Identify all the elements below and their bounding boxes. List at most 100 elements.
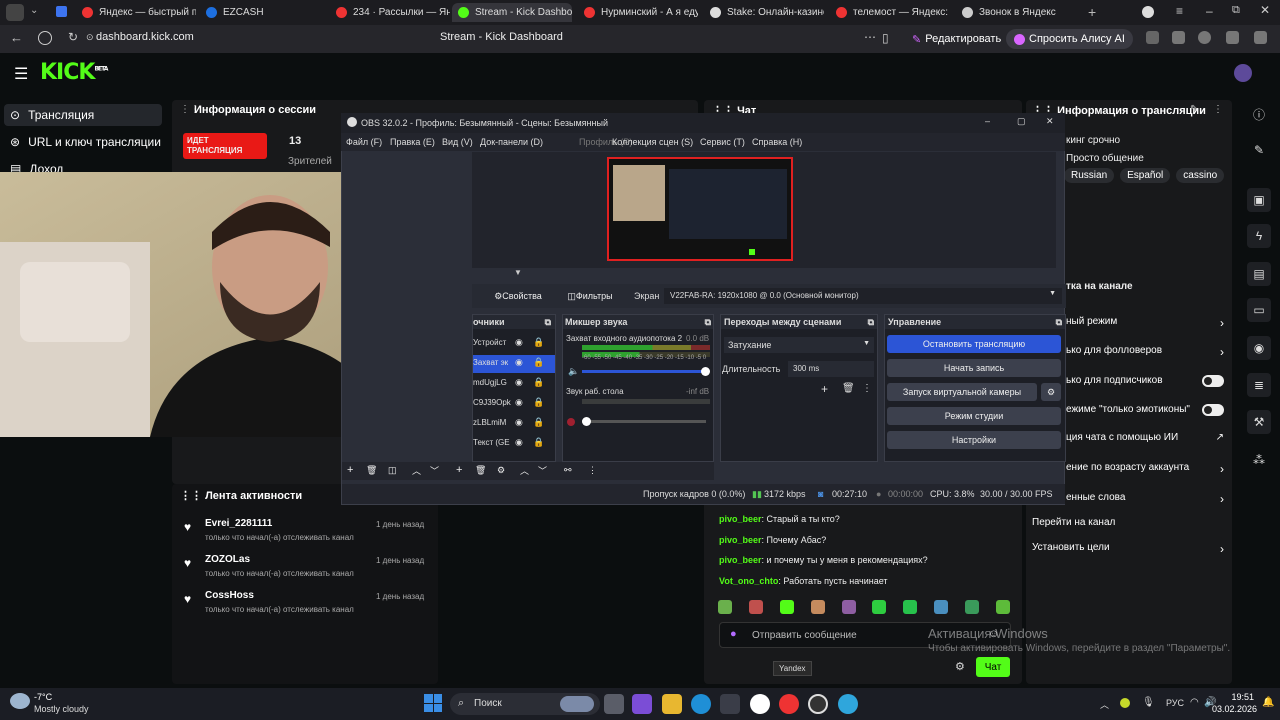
channel-setting-row[interactable]: ный режим › (1066, 316, 1224, 330)
obs-source-row[interactable]: Захват эк ◉ 🔒 (473, 355, 555, 373)
lightning-icon[interactable]: ϟ (1247, 224, 1271, 248)
obs-source-row[interactable]: Устройст ◉ 🔒 (473, 335, 555, 353)
eye-icon[interactable]: ◉ (515, 417, 523, 428)
channel-setting-row[interactable]: ько для подписчиков (1066, 375, 1224, 387)
filter-icon[interactable]: ◫ (388, 465, 397, 476)
more-vertical-icon[interactable]: ⋮ (862, 383, 872, 394)
channel-setting-row[interactable]: ежиме "только эмотиконы" (1066, 404, 1224, 416)
teams-icon[interactable] (632, 694, 652, 714)
emote-icon[interactable] (934, 600, 949, 614)
menu-icon[interactable]: ≡ (1176, 4, 1183, 18)
obs-menu-item[interactable]: Вид (V) (442, 137, 473, 147)
yandex-browser-icon[interactable] (779, 694, 799, 714)
bookmark-icon[interactable]: ▯ (882, 31, 889, 45)
obs-minimize-icon[interactable]: – (985, 116, 990, 126)
browser-tab[interactable]: Stream - Kick Dashbo✕ (452, 3, 572, 22)
obs-source-row[interactable]: zLBLmiM ◉ 🔒 (473, 415, 555, 433)
chat-send-button[interactable]: Чат (976, 657, 1010, 677)
telegram-icon[interactable] (838, 694, 858, 714)
language-indicator[interactable]: РУС (1166, 698, 1184, 708)
browser-tab[interactable]: EZCASH (200, 3, 320, 22)
channel-setting-row[interactable]: енные слова › (1066, 492, 1224, 506)
yandex-icon[interactable] (750, 694, 770, 714)
stop-streaming-button[interactable]: Остановить трансляцию (887, 335, 1061, 353)
close-window-icon[interactable]: ✕ (1260, 3, 1270, 17)
emote-icon[interactable] (841, 600, 856, 614)
browser-tab[interactable]: Нурминский - А я еду (578, 3, 698, 22)
lock-icon[interactable]: 🔒 (533, 417, 544, 428)
obs-taskbar-icon[interactable] (808, 694, 828, 714)
hamburger-icon[interactable]: ☰ (14, 64, 28, 84)
mic-tray-icon[interactable]: 🎙 (1142, 697, 1155, 708)
settings-button[interactable]: Настройки (887, 431, 1061, 449)
obs-menu-item[interactable]: Док-панели (D) (480, 137, 543, 147)
kick-logo[interactable]: KICKBETA (40, 60, 108, 85)
down-arrow-icon[interactable]: ﹀ (538, 464, 547, 477)
edit-icon[interactable]: ✎ (1247, 138, 1271, 162)
grid-icon[interactable]: ▣ (1247, 188, 1271, 212)
lock-icon[interactable]: 🔒 (533, 337, 544, 348)
slider-handle[interactable] (582, 417, 591, 426)
chevron-right-icon[interactable]: › (1220, 345, 1224, 359)
start-recording-button[interactable]: Начать запись (887, 359, 1061, 377)
taskbar-search[interactable]: ⌕ Поиск (450, 693, 600, 715)
chevron-right-icon[interactable]: › (1220, 316, 1224, 330)
back-arrow-icon[interactable]: ← (10, 30, 23, 45)
extension-icon[interactable] (1146, 31, 1159, 44)
reload-icon[interactable]: ↻ (68, 30, 78, 44)
wifi-icon[interactable]: ◠ (1190, 697, 1199, 708)
user-avatar[interactable] (1234, 64, 1252, 82)
stack-icon[interactable]: ≣ (1247, 373, 1271, 397)
activity-username[interactable]: Evrei_2281111 (205, 518, 272, 529)
emote-icon[interactable] (872, 600, 887, 614)
emote-icon[interactable] (995, 600, 1010, 614)
browser-tab[interactable]: телемост — Яндекс: на (830, 3, 950, 22)
microphone-icon[interactable]: ● (730, 628, 737, 640)
chevron-down-icon[interactable]: ⌄ (30, 5, 38, 16)
chevron-right-icon[interactable]: › (1220, 492, 1224, 506)
collections-icon[interactable] (1226, 31, 1239, 44)
duration-input[interactable]: 300 ms (788, 361, 874, 377)
obs-close-icon[interactable]: ✕ (1046, 116, 1054, 127)
lock-icon[interactable]: 🔒 (533, 357, 544, 368)
channel-setting-row[interactable]: ение по возрасту аккаунта › (1066, 462, 1224, 476)
eye-icon[interactable]: ◉ (515, 377, 523, 388)
add-icon[interactable]: + (821, 382, 828, 396)
mute-icon[interactable] (567, 418, 575, 426)
channel-setting-row[interactable]: ция чата с помощью ИИ ↗ (1066, 432, 1224, 443)
sidebar-item-stream-key[interactable]: ⊛ URL и ключ трансляции (10, 135, 161, 149)
dock-float-icon[interactable]: ⧉ (1056, 317, 1062, 328)
eye-icon[interactable]: ◉ (515, 357, 523, 368)
add-icon[interactable]: + (347, 464, 353, 476)
tray-app-icon[interactable] (1120, 698, 1130, 708)
more-vertical-icon[interactable]: ⋮ (588, 465, 597, 476)
clock-time[interactable]: 19:51 (1226, 692, 1254, 702)
chat-username[interactable]: pivo_beer (719, 555, 762, 565)
channel-setting-row[interactable]: Установить цели › (1032, 542, 1224, 556)
virtual-camera-button[interactable]: Запуск виртуальной камеры (887, 383, 1037, 401)
mixer-volume-slider[interactable] (582, 367, 710, 376)
up-arrow-icon[interactable]: ︿ (520, 464, 529, 477)
lock-icon[interactable]: 🔒 (533, 397, 544, 408)
restore-icon[interactable]: ⧉ (1232, 4, 1240, 17)
slider-handle[interactable] (701, 367, 710, 376)
emote-icon[interactable] (748, 600, 763, 614)
tag-chip[interactable]: Español (1120, 168, 1171, 183)
channel-setting-row[interactable]: Перейти на канал (1032, 517, 1224, 528)
more-vertical-icon[interactable]: ⋮ (1213, 104, 1223, 115)
toggle-switch[interactable] (1202, 404, 1224, 416)
eye-icon[interactable]: ◉ (515, 337, 523, 348)
emote-icon[interactable] (965, 600, 979, 614)
mixer-volume-slider-2[interactable] (582, 417, 706, 426)
yandex-home-icon[interactable] (38, 31, 52, 45)
emote-icon[interactable] (810, 600, 825, 614)
chat-username[interactable]: pivo_beer (719, 535, 762, 545)
notifications-icon[interactable]: 🔔 (1262, 697, 1274, 708)
file-explorer-icon[interactable] (662, 694, 682, 714)
dock-float-icon[interactable]: ⧉ (545, 317, 555, 328)
obs-source-row[interactable]: C9J39Opk ◉ 🔒 (473, 395, 555, 413)
obs-source-row[interactable]: mdUgjLG ◉ 🔒 (473, 375, 555, 393)
down-arrow-icon[interactable]: ﹀ (430, 464, 439, 477)
add-source-icon[interactable]: + (456, 464, 462, 476)
broadcast-icon[interactable]: ◉ (1247, 336, 1271, 360)
